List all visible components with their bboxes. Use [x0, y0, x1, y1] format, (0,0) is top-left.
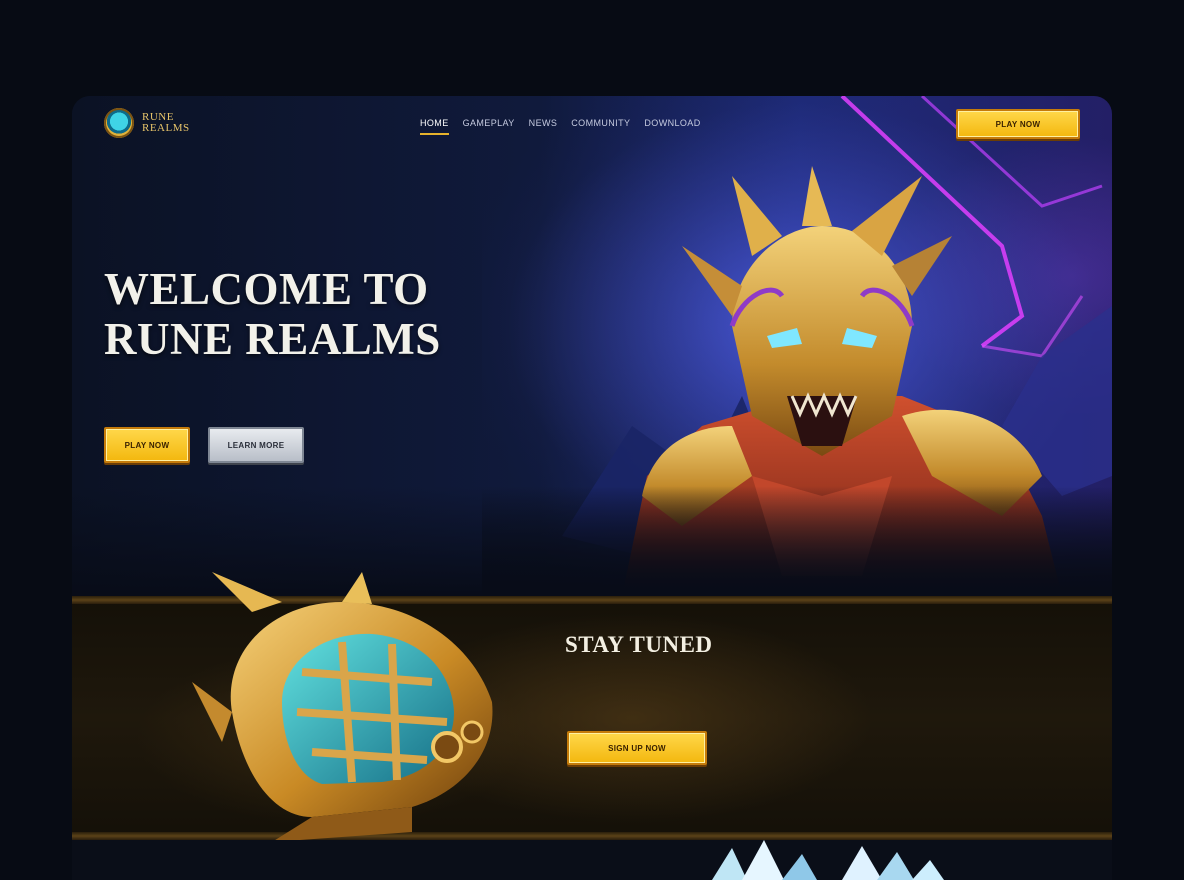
nav-item-community[interactable]: COMMUNITY: [571, 118, 630, 135]
nav-item-news[interactable]: NEWS: [529, 118, 558, 135]
nav-item-download[interactable]: DOWNLOAD: [644, 118, 700, 135]
brand-name: RUNE REALMS: [142, 111, 190, 134]
hero-section: RUNE REALMS HOME GAMEPLAY NEWS COMMUNITY…: [72, 96, 1112, 596]
next-section-preview: [72, 840, 1112, 880]
hero-learn-more-button[interactable]: LEARN MORE: [208, 427, 304, 463]
stay-tuned-section: STAY TUNED SIGN UP NOW: [72, 572, 1112, 842]
hero-title: WELCOME TO RUNE REALMS: [104, 264, 441, 364]
nav-item-home[interactable]: HOME: [420, 118, 449, 135]
nav-item-gameplay[interactable]: GAMEPLAY: [463, 118, 515, 135]
hero-play-now-button[interactable]: PLAY NOW: [104, 427, 190, 463]
sign-up-button[interactable]: SIGN UP NOW: [567, 731, 707, 765]
crystal-cluster-illustration: [712, 840, 944, 880]
main-nav: HOME GAMEPLAY NEWS COMMUNITY DOWNLOAD: [420, 118, 701, 135]
landing-page: RUNE REALMS HOME GAMEPLAY NEWS COMMUNITY…: [72, 96, 1112, 880]
rune-emblem-icon: [104, 108, 134, 138]
brand-logo[interactable]: RUNE REALMS: [104, 108, 212, 138]
nav-play-now-button[interactable]: PLAY NOW: [956, 109, 1080, 139]
hero-button-group: PLAY NOW LEARN MORE: [104, 427, 304, 463]
golden-helmet-illustration: [192, 572, 493, 842]
stay-tuned-title: STAY TUNED: [565, 632, 713, 657]
